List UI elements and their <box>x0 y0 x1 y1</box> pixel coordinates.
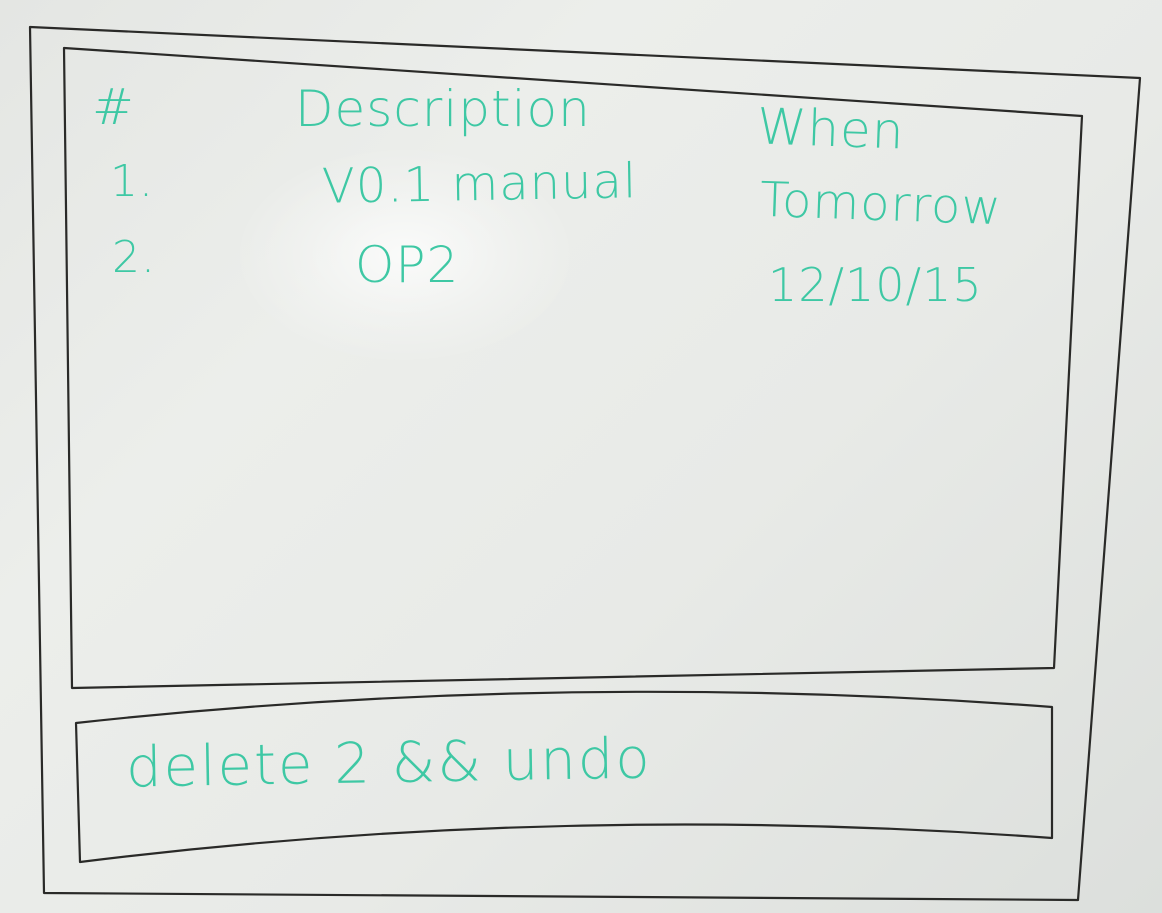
row-description: OP2 <box>355 236 460 294</box>
task-list-frame <box>62 46 1084 690</box>
command-input-value: delete 2 && undo <box>125 726 653 801</box>
row-description: V0.1 manual <box>321 153 638 215</box>
row-when: 12/10/15 <box>768 258 983 312</box>
row-when: Tomorrow <box>759 171 1003 237</box>
row-number: 2. <box>112 232 156 283</box>
column-header-when: When <box>756 97 906 161</box>
column-header-number: # <box>92 78 135 136</box>
column-header-description: Description <box>295 80 591 138</box>
row-number: 1. <box>110 156 154 207</box>
